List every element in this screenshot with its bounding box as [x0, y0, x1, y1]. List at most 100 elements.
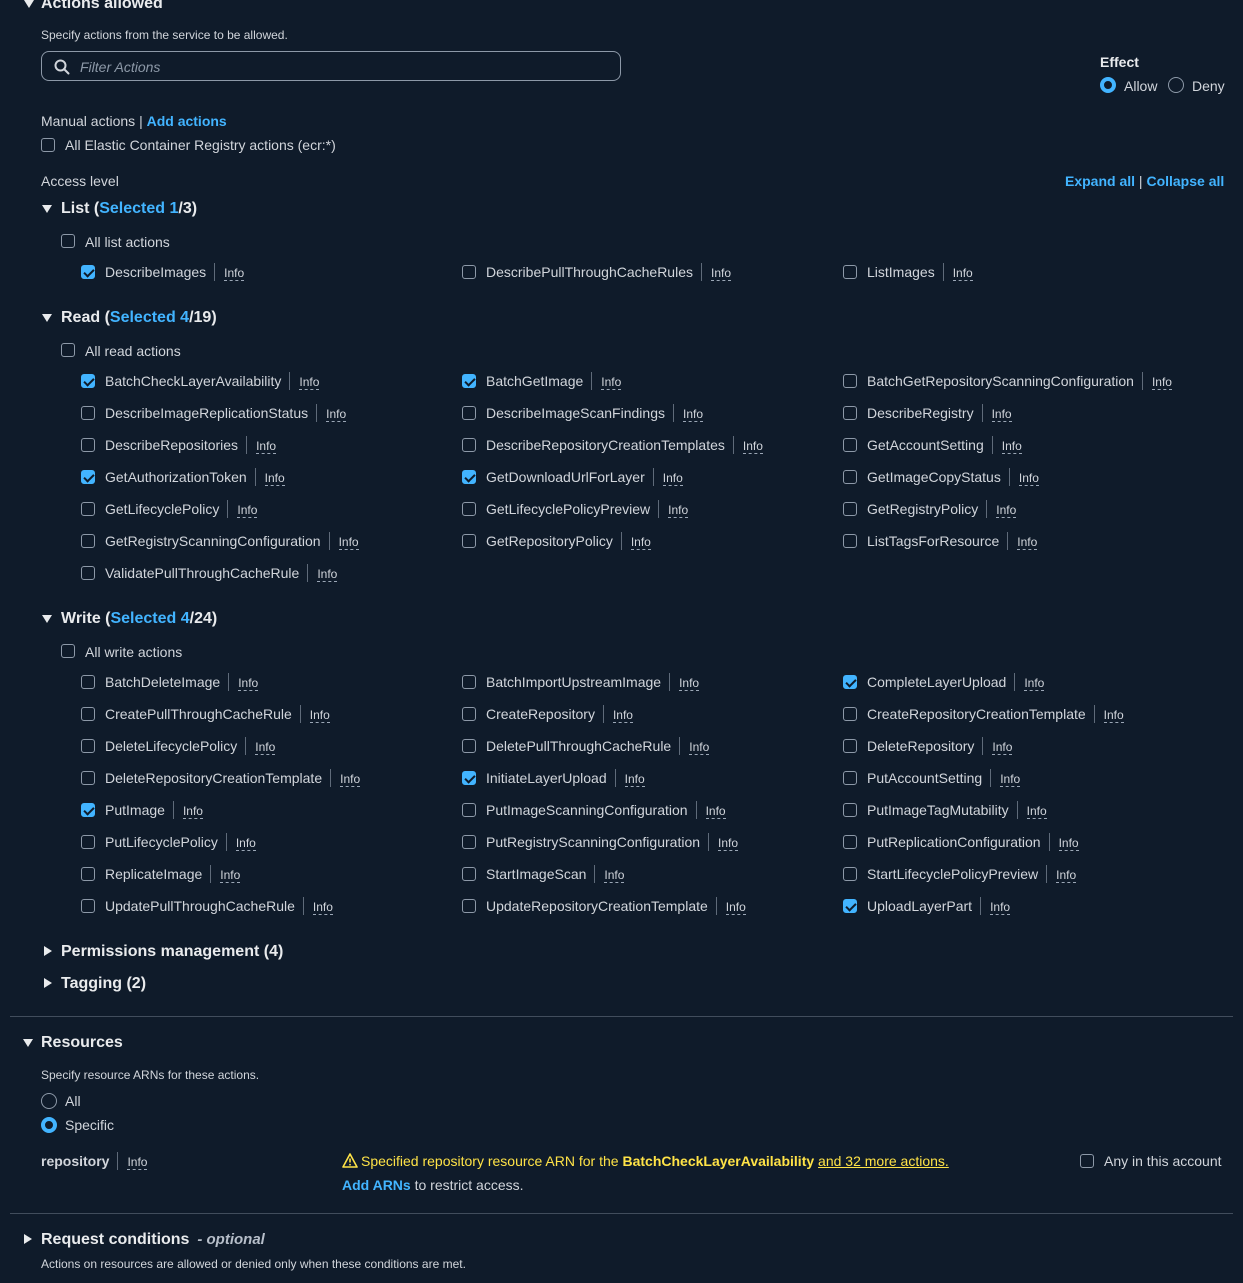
info-link[interactable]: Info	[256, 440, 277, 454]
action-item[interactable]: GetDownloadUrlForLayer Info	[462, 467, 683, 487]
action-item[interactable]: PutImageTagMutability Info	[843, 800, 1047, 820]
action-item[interactable]: PutReplicationConfiguration Info	[843, 832, 1079, 852]
action-name[interactable]: PutImage	[105, 802, 165, 818]
effect-allow-radio[interactable]	[1100, 77, 1116, 93]
action-item[interactable]: StartImageScan Info	[462, 864, 625, 884]
action-item[interactable]: ListTagsForResource Info	[843, 531, 1038, 551]
info-link[interactable]: Info	[689, 741, 710, 755]
action-name[interactable]: ListTagsForResource	[867, 533, 999, 549]
action-name[interactable]: PutImageScanningConfiguration	[486, 802, 688, 818]
resources-specific-radio[interactable]	[41, 1117, 57, 1133]
action-name[interactable]: PutAccountSetting	[867, 770, 982, 786]
info-link[interactable]: Info	[1000, 773, 1021, 787]
info-link[interactable]: Info	[705, 805, 726, 819]
read-group-caret-icon[interactable]	[42, 314, 52, 322]
info-link[interactable]: Info	[237, 504, 258, 518]
info-link[interactable]: Info	[682, 408, 703, 422]
action-item[interactable]: BatchDeleteImage Info	[81, 672, 259, 692]
info-link[interactable]: Info	[668, 504, 689, 518]
info-link[interactable]: Info	[1026, 805, 1047, 819]
info-link[interactable]: Info	[326, 408, 347, 422]
action-item[interactable]: DeleteRepository Info	[843, 736, 1013, 756]
action-item[interactable]: BatchGetRepositoryScanningConfiguration I…	[843, 371, 1172, 391]
info-link[interactable]: Info	[338, 536, 359, 550]
action-name[interactable]: ReplicateImage	[105, 866, 202, 882]
action-name[interactable]: GetAuthorizationToken	[105, 469, 247, 485]
action-checkbox[interactable]	[843, 835, 857, 849]
permissions-management-header[interactable]: Permissions management (4)	[61, 943, 283, 961]
action-name[interactable]: DeleteLifecyclePolicy	[105, 738, 237, 754]
action-item[interactable]: GetAccountSetting Info	[843, 435, 1022, 455]
action-checkbox[interactable]	[462, 374, 476, 388]
action-item[interactable]: DescribePullThroughCacheRules Info	[462, 262, 732, 282]
action-item[interactable]: ReplicateImage Info	[81, 864, 241, 884]
action-name[interactable]: DescribePullThroughCacheRules	[486, 264, 693, 280]
action-name[interactable]: GetRepositoryPolicy	[486, 533, 613, 549]
action-checkbox[interactable]	[843, 803, 857, 817]
action-item[interactable]: UploadLayerPart Info	[843, 896, 1011, 916]
action-item[interactable]: ValidatePullThroughCacheRule Info	[81, 563, 338, 583]
resources-title[interactable]: Resources	[41, 1034, 123, 1052]
action-checkbox[interactable]	[843, 265, 857, 279]
action-item[interactable]: DescribeRepositoryCreationTemplates Info	[462, 435, 763, 455]
all-read-actions-checkbox[interactable]	[61, 343, 75, 357]
any-in-account-label[interactable]: Any in this account	[1104, 1153, 1222, 1169]
all-ecr-actions-label[interactable]: All Elastic Container Registry actions (…	[65, 137, 336, 153]
action-checkbox[interactable]	[843, 470, 857, 484]
action-item[interactable]: GetImageCopyStatus Info	[843, 467, 1039, 487]
info-link[interactable]: Info	[601, 376, 622, 390]
action-checkbox[interactable]	[462, 438, 476, 452]
action-checkbox[interactable]	[462, 675, 476, 689]
action-name[interactable]: DescribeImageReplicationStatus	[105, 405, 308, 421]
action-item[interactable]: InitiateLayerUpload Info	[462, 768, 645, 788]
action-item[interactable]: PutLifecyclePolicy Info	[81, 832, 256, 852]
resources-all-radio[interactable]	[41, 1093, 57, 1109]
action-checkbox[interactable]	[462, 406, 476, 420]
resources-specific-label[interactable]: Specific	[65, 1117, 114, 1133]
info-link[interactable]: Info	[127, 1156, 148, 1170]
action-checkbox[interactable]	[843, 502, 857, 516]
info-link[interactable]: Info	[238, 677, 259, 691]
more-actions-link[interactable]: and 32 more actions.	[818, 1153, 949, 1169]
action-checkbox[interactable]	[462, 265, 476, 279]
action-item[interactable]: BatchGetImage Info	[462, 371, 622, 391]
action-checkbox[interactable]	[462, 867, 476, 881]
action-name[interactable]: StartLifecyclePolicyPreview	[867, 866, 1038, 882]
info-link[interactable]: Info	[1103, 709, 1124, 723]
action-item[interactable]: DescribeRepositories Info	[81, 435, 277, 455]
info-link[interactable]: Info	[317, 568, 338, 582]
action-checkbox[interactable]	[81, 707, 95, 721]
action-item[interactable]: GetRegistryScanningConfiguration Info	[81, 531, 359, 551]
read-group-header[interactable]: Read (Selected 4/19)	[61, 309, 217, 327]
list-group-caret-icon[interactable]	[42, 205, 52, 213]
action-checkbox[interactable]	[462, 534, 476, 548]
action-name[interactable]: GetDownloadUrlForLayer	[486, 469, 645, 485]
info-link[interactable]: Info	[679, 677, 700, 691]
info-link[interactable]: Info	[991, 408, 1012, 422]
action-name[interactable]: DeleteRepositoryCreationTemplate	[105, 770, 322, 786]
action-name[interactable]: DeletePullThroughCacheRule	[486, 738, 671, 754]
info-link[interactable]: Info	[220, 869, 241, 883]
action-item[interactable]: GetAuthorizationToken Info	[81, 467, 285, 487]
info-link[interactable]: Info	[1056, 869, 1077, 883]
info-link[interactable]: Info	[1151, 376, 1172, 390]
action-name[interactable]: StartImageScan	[486, 866, 586, 882]
action-checkbox[interactable]	[81, 502, 95, 516]
info-link[interactable]: Info	[1018, 472, 1039, 486]
add-actions-link[interactable]: Add actions	[147, 113, 227, 129]
collapse-all-link[interactable]: Collapse all	[1146, 173, 1224, 189]
action-item[interactable]: DeleteLifecyclePolicy Info	[81, 736, 276, 756]
action-name[interactable]: CreateRepositoryCreationTemplate	[867, 706, 1086, 722]
all-list-actions-checkbox[interactable]	[61, 234, 75, 248]
action-name[interactable]: UploadLayerPart	[867, 898, 972, 914]
any-in-account-checkbox[interactable]	[1080, 1154, 1094, 1168]
filter-actions-input[interactable]	[78, 57, 602, 77]
info-link[interactable]: Info	[1024, 677, 1045, 691]
action-name[interactable]: BatchGetImage	[486, 373, 583, 389]
action-checkbox[interactable]	[81, 835, 95, 849]
action-checkbox[interactable]	[843, 374, 857, 388]
action-checkbox[interactable]	[81, 739, 95, 753]
action-item[interactable]: PutRegistryScanningConfiguration Info	[462, 832, 739, 852]
effect-deny-label[interactable]: Deny	[1192, 78, 1225, 94]
action-item[interactable]: GetLifecyclePolicyPreview Info	[462, 499, 689, 519]
